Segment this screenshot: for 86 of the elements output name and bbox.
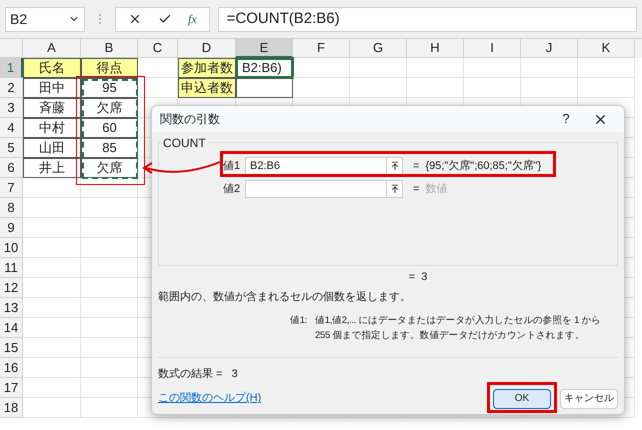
column-header[interactable]: I [464, 39, 521, 58]
table-cell: 95 [81, 78, 138, 98]
row-header[interactable]: 3 [0, 98, 23, 118]
table-cell: 申込者数 [178, 78, 236, 98]
dialog-title: 関数の引数 [160, 111, 221, 128]
table-cell [293, 58, 350, 78]
table-cell: 田中 [23, 78, 81, 98]
column-header[interactable]: H [407, 39, 464, 58]
equals-sign: = [413, 182, 420, 197]
dialog-button[interactable]: OK [493, 388, 551, 408]
column-header[interactable]: G [350, 39, 407, 58]
table-cell: 斉藤 [23, 98, 81, 118]
equals-sign: = [413, 158, 420, 174]
table-cell [23, 318, 81, 338]
column-header[interactable]: F [293, 39, 350, 58]
table-cell [464, 58, 521, 78]
table-cell: 欠席 [81, 158, 138, 178]
row-header[interactable]: 13 [0, 298, 23, 318]
row-header[interactable]: 8 [0, 198, 23, 218]
table-cell: 欠席 [81, 98, 138, 118]
table-cell: 中村 [23, 118, 81, 138]
table-cell [23, 298, 81, 318]
table-cell [23, 278, 81, 298]
table-cell: 得点 [81, 58, 138, 78]
close-icon[interactable] [128, 12, 142, 26]
argument-help: 値1,値2,... にはデータまたはデータが入力したセルの参照を 1 から 255 個まで指定します。数値データだけがカウントされます。 [315, 314, 602, 343]
table-cell [23, 338, 81, 358]
table-cell [23, 398, 81, 418]
argument-label: 値1 [223, 158, 242, 174]
table-cell: B2:B6) [236, 58, 293, 78]
table-cell [23, 198, 81, 218]
argument-result: 数値 [425, 182, 448, 197]
argument-help-label: 値1: [290, 314, 308, 328]
table-cell: 参加者数 [178, 58, 236, 78]
table-cell [578, 58, 635, 78]
row-header[interactable]: 7 [0, 178, 23, 198]
formula-input[interactable]: =COUNT(B2:B6) [218, 6, 637, 32]
row-header[interactable]: 5 [0, 138, 23, 158]
argument-input[interactable] [245, 180, 403, 198]
row-header[interactable]: 16 [0, 358, 23, 378]
column-header[interactable]: E [236, 39, 293, 58]
table-cell [521, 58, 578, 78]
table-cell [407, 58, 464, 78]
row-header[interactable]: 17 [0, 378, 23, 398]
column-header[interactable]: K [578, 39, 635, 58]
column-header[interactable]: C [138, 39, 178, 58]
row-header[interactable]: 10 [0, 238, 23, 258]
table-cell [578, 78, 635, 98]
row-header[interactable]: 1 [0, 58, 23, 78]
row-header[interactable]: 12 [0, 278, 23, 298]
help-button[interactable]: ? [551, 109, 581, 129]
row-header[interactable]: 2 [0, 78, 23, 98]
row-header[interactable]: 15 [0, 338, 23, 358]
table-cell [23, 218, 81, 238]
insert-function-button[interactable]: fx [188, 10, 197, 28]
name-box[interactable]: B2 [5, 6, 85, 32]
row-header[interactable]: 18 [0, 398, 23, 418]
column-header[interactable]: J [521, 39, 578, 58]
table-cell: 山田 [23, 138, 81, 158]
argument-input[interactable]: B2:B6 [245, 157, 403, 175]
row-header[interactable]: 4 [0, 118, 23, 138]
table-cell [350, 58, 407, 78]
row-header[interactable]: 6 [0, 158, 23, 178]
highlight-frame [487, 382, 557, 413]
argument-label: 値2 [223, 182, 242, 197]
table-cell [23, 378, 81, 398]
function-description: 範囲内の、数値が含まれるセルの個数を返します。 [158, 290, 412, 304]
help-link[interactable]: この関数のヘルプ(H) [158, 390, 484, 407]
argument-result: {95;"欠席";60;85;"欠席"} [425, 158, 542, 174]
upload-arrow-icon [390, 161, 400, 171]
table-cell [23, 358, 81, 378]
table-cell [81, 398, 138, 418]
row-header[interactable]: 9 [0, 218, 23, 238]
row-header[interactable]: 11 [0, 258, 23, 278]
table-cell: 85 [81, 138, 138, 158]
total-result: = 3 [408, 270, 428, 285]
table-cell [23, 258, 81, 278]
table-cell [23, 178, 81, 198]
table-cell: 60 [81, 118, 138, 138]
table-cell [23, 238, 81, 258]
upload-arrow-icon [390, 184, 400, 194]
dialog-button[interactable]: キャンセル [560, 388, 618, 408]
table-cell: 氏名 [23, 58, 81, 78]
formula-result: 数式の結果 = 3 [158, 367, 239, 382]
table-cell: 井上 [23, 158, 81, 178]
row-header[interactable]: 14 [0, 318, 23, 338]
